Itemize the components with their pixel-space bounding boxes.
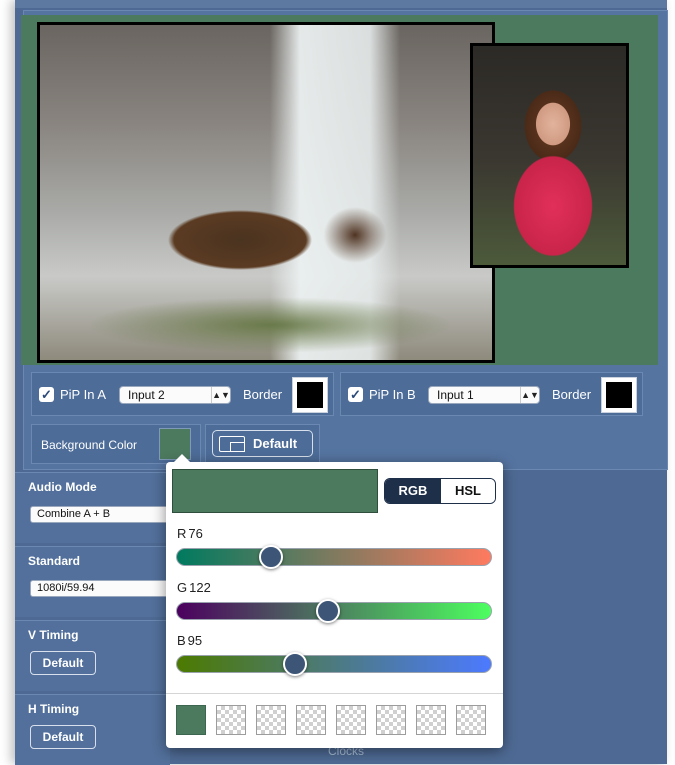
color-preset[interactable] (176, 705, 206, 735)
presets-divider (166, 693, 503, 694)
empty-color-preset[interactable] (376, 705, 406, 735)
updown-arrow-icon: ▲▼ (211, 387, 230, 403)
pip-a-label: PiP In A (60, 387, 107, 402)
layout-default-label: Default (253, 436, 298, 451)
red-slider-knob[interactable] (259, 545, 284, 569)
pip-b-border-color-swatch[interactable] (601, 377, 637, 413)
updown-arrow-icon: ▲▼ (520, 387, 539, 403)
video-input-a-bear (37, 22, 495, 363)
audio-mode-select[interactable]: Combine A + B (30, 506, 170, 523)
pip-b-row: ✓ PiP In B Input 1 ▲▼ Border (340, 372, 643, 416)
red-slider[interactable] (176, 545, 492, 569)
title-bar (15, 0, 667, 8)
background-color-label: Background Color (41, 438, 138, 452)
pip-a-border-label: Border (243, 387, 283, 402)
pip-a-checkbox[interactable]: ✓ (39, 387, 54, 402)
green-label: G (177, 580, 188, 595)
current-color-preview (172, 469, 378, 513)
pip-b-label: PiP In B (369, 387, 416, 402)
color-mode-toggle: RGB HSL (384, 478, 496, 504)
blue-slider[interactable] (176, 652, 492, 676)
red-channel-label: R 76 (177, 526, 203, 541)
video-input-b-reporter (470, 43, 629, 268)
red-label: R (177, 526, 187, 541)
empty-color-preset[interactable] (256, 705, 286, 735)
rgb-mode-button[interactable]: RGB (385, 479, 441, 503)
standard-value: 1080i/59.94 (37, 582, 95, 594)
blue-channel-label: B 95 (177, 633, 202, 648)
green-slider-knob[interactable] (316, 599, 341, 623)
h-timing-label: H Timing (28, 702, 80, 716)
pip-a-border-color-swatch[interactable] (292, 377, 328, 413)
empty-color-preset[interactable] (216, 705, 246, 735)
pip-b-checkbox[interactable]: ✓ (348, 387, 363, 402)
h-timing-default-button[interactable]: Default (30, 725, 96, 749)
empty-color-preset[interactable] (456, 705, 486, 735)
color-picker-popover: RGB HSL R 76 G 122 B 95 (166, 454, 503, 748)
standard-select[interactable]: 1080i/59.94 (30, 580, 170, 597)
pip-b-input-value: Input 1 (437, 388, 474, 402)
blue-label: B (177, 633, 186, 648)
empty-color-preset[interactable] (416, 705, 446, 735)
layout-default-control: Default (205, 424, 320, 464)
blue-slider-knob[interactable] (282, 652, 307, 676)
blue-value: 95 (187, 633, 203, 648)
empty-color-preset[interactable] (296, 705, 326, 735)
empty-color-preset[interactable] (336, 705, 366, 735)
green-value: 122 (189, 580, 211, 595)
pip-b-border-label: Border (552, 387, 592, 402)
pip-layout-icon (219, 436, 245, 452)
pip-a-row: ✓ PiP In A Input 2 ▲▼ Border (31, 372, 334, 416)
pip-a-input-select[interactable]: Input 2 ▲▼ (119, 386, 231, 404)
green-channel-label: G 122 (177, 580, 211, 595)
pip-a-input-value: Input 2 (128, 388, 165, 402)
layout-default-button[interactable]: Default (212, 430, 313, 457)
v-timing-default-button[interactable]: Default (30, 651, 96, 675)
standard-label: Standard (28, 554, 81, 568)
hsl-mode-button[interactable]: HSL (441, 479, 495, 503)
red-value: 76 (188, 526, 203, 541)
audio-mode-value: Combine A + B (37, 508, 111, 520)
green-slider[interactable] (176, 599, 492, 623)
audio-mode-label: Audio Mode (28, 480, 97, 494)
v-timing-label: V Timing (28, 628, 79, 642)
pip-b-input-select[interactable]: Input 1 ▲▼ (428, 386, 540, 404)
